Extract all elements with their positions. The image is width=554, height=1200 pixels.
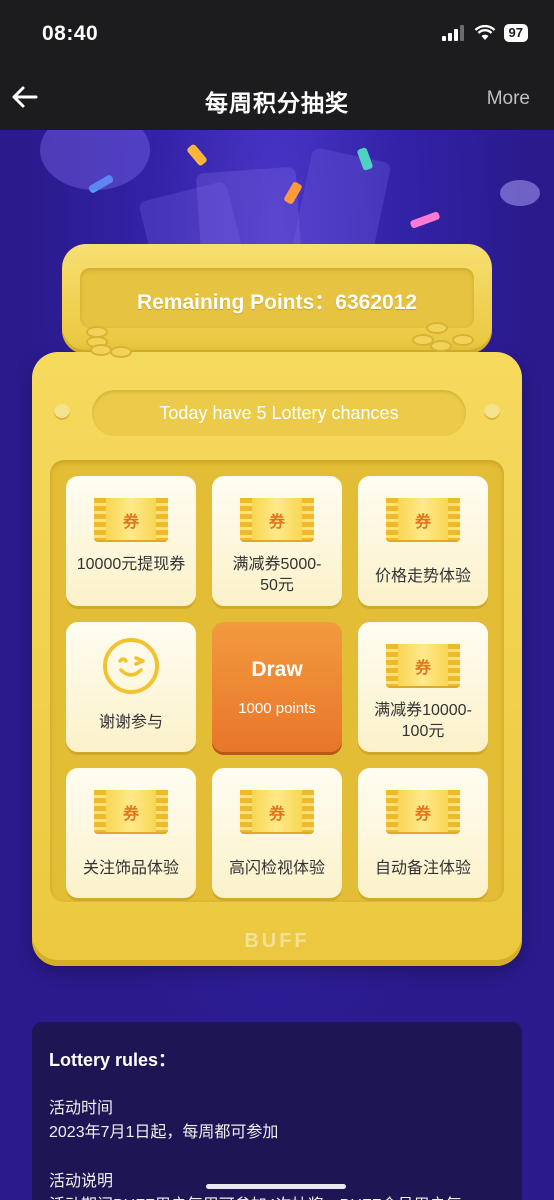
coin-icon xyxy=(430,340,452,352)
prize-label: 10000元提现券 xyxy=(76,556,186,573)
status-icons: 97 xyxy=(441,24,528,42)
coupon-icon: 券 xyxy=(386,498,460,540)
prize-cell: 券 满减券10000-100元 xyxy=(358,622,488,752)
home-indicator[interactable] xyxy=(206,1184,346,1189)
coupon-icon: 券 xyxy=(386,644,460,686)
coupon-icon: 券 xyxy=(94,498,168,540)
confetti xyxy=(40,130,150,190)
nav-bar: 每周积分抽奖 More xyxy=(0,66,554,130)
prize-cell: 券 自动备注体验 xyxy=(358,768,488,898)
rivet xyxy=(484,404,500,420)
buff-logo: BUFF xyxy=(244,930,310,952)
rules-time-heading: 活动时间 xyxy=(49,1100,114,1117)
coin-icon xyxy=(90,344,112,356)
draw-title: Draw xyxy=(251,658,303,681)
points-label: Remaining Points： xyxy=(136,291,336,314)
coin-icon xyxy=(452,334,474,346)
draw-cost: 1000 points xyxy=(238,700,316,717)
signal-icon xyxy=(441,25,464,41)
confetti xyxy=(500,180,540,206)
coupon-icon: 券 xyxy=(94,790,168,832)
coin-icon xyxy=(426,322,448,334)
confetti xyxy=(186,143,208,167)
coupon-icon: 券 xyxy=(386,790,460,832)
coupon-icon: 券 xyxy=(240,498,314,540)
more-button[interactable]: More xyxy=(487,88,530,110)
rules-desc-text: 活动期间BUFF用户每周可参加4次抽奖，BUFF会员用户每 xyxy=(49,1191,461,1200)
prize-label: 关注饰品体验 xyxy=(82,860,179,877)
rules-desc-heading: 活动说明 xyxy=(49,1173,114,1190)
coin-icon xyxy=(110,346,132,358)
prize-label: 高闪检视体验 xyxy=(228,860,325,877)
rules-card: Lottery rules： 活动时间 2023年7月1日起，每周都可参加 活动… xyxy=(32,1022,522,1200)
prize-label: 谢谢参与 xyxy=(98,714,163,731)
confetti xyxy=(409,211,441,229)
smiley-icon xyxy=(103,638,159,694)
prize-label: 满减券10000-100元 xyxy=(374,702,472,740)
status-time: 08:40 xyxy=(42,22,99,45)
prize-label: 自动备注体验 xyxy=(374,860,471,877)
points-value: 6362012 xyxy=(335,291,418,314)
rules-title: Lottery rules： xyxy=(49,1050,177,1070)
prize-label: 价格走势体验 xyxy=(374,568,471,585)
draw-button[interactable]: Draw 1000 points xyxy=(212,622,342,752)
page-title: 每周积分抽奖 xyxy=(205,90,349,116)
rules-time-text: 2023年7月1日起，每周都可参加 xyxy=(49,1124,279,1141)
status-bar: 08:40 97 xyxy=(0,0,554,66)
prize-cell: 券 10000元提现券 xyxy=(66,476,196,606)
remaining-points: Remaining Points：6362012 xyxy=(80,286,474,316)
prize-label: 满减券5000-50元 xyxy=(232,556,322,594)
prize-cell: 谢谢参与 xyxy=(66,622,196,752)
prize-cell: 券 价格走势体验 xyxy=(358,476,488,606)
battery-indicator: 97 xyxy=(503,24,528,42)
lottery-chances: Today have 5 Lottery chances xyxy=(92,390,466,436)
rivet xyxy=(54,404,70,420)
prize-cell: 券 高闪检视体验 xyxy=(212,768,342,898)
coupon-icon: 券 xyxy=(240,790,314,832)
wifi-icon xyxy=(474,25,495,40)
prize-cell: 券 满减券5000-50元 xyxy=(212,476,342,606)
prize-cell: 券 关注饰品体验 xyxy=(66,768,196,898)
